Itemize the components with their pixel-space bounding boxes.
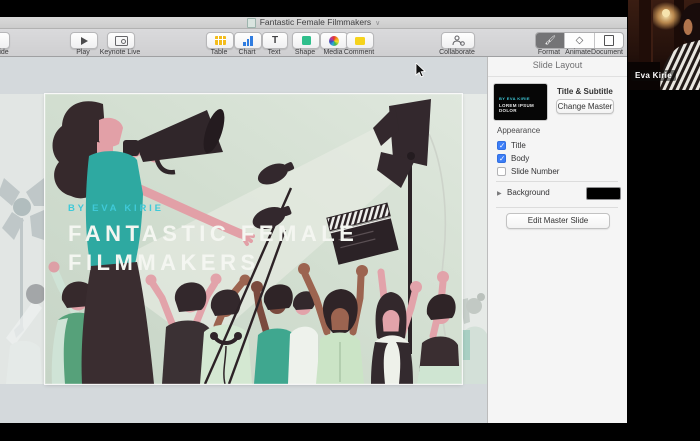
panel-divider — [496, 181, 618, 182]
checkbox-row-title[interactable]: Title — [497, 140, 526, 151]
document-rect-icon — [604, 35, 614, 46]
participant-name-label: Eva Kirie — [631, 70, 676, 81]
faded-studio-light-illustration — [0, 94, 45, 384]
text-icon: T — [272, 36, 278, 46]
format-inspector-panel: Slide Layout BY EVA KIRIE LOREM IPSUM DO… — [487, 57, 627, 423]
master-slide-thumbnail[interactable]: BY EVA KIRIE LOREM IPSUM DOLOR — [493, 83, 548, 121]
title-chevron-icon[interactable]: ∨ — [375, 19, 380, 27]
webcam-video-tile[interactable]: Eva Kirie — [628, 0, 700, 90]
text-button[interactable]: T — [262, 32, 288, 49]
title-checkbox-label: Title — [511, 141, 526, 150]
faded-figure-illustration — [462, 94, 487, 384]
window-title: Fantastic Female Filmmakers — [260, 17, 371, 28]
media-icon — [329, 36, 339, 46]
person-face — [684, 19, 693, 35]
slide-overflow-left — [0, 94, 45, 384]
slide-title-line2: FILMMAKERS — [68, 248, 358, 277]
animate-tab[interactable]: ◇ — [564, 33, 593, 48]
document-icon — [247, 18, 256, 28]
play-button[interactable] — [70, 32, 98, 49]
media-button[interactable] — [320, 32, 348, 49]
slide-number-checkbox[interactable] — [497, 167, 506, 176]
slide-overflow-right — [462, 94, 487, 384]
slide-kicker-text[interactable]: BY EVA KIRIE — [68, 203, 164, 214]
chart-button[interactable] — [234, 32, 262, 49]
add-slide-button[interactable] — [0, 32, 10, 49]
checkbox-row-body[interactable]: Body — [497, 153, 529, 164]
mouse-cursor — [415, 63, 427, 79]
table-button[interactable] — [206, 32, 234, 49]
window-titlebar[interactable]: Fantastic Female Filmmakers ∨ — [0, 17, 627, 29]
body-checkbox-label: Body — [511, 154, 529, 163]
thumbnail-title: LOREM IPSUM DOLOR — [499, 103, 547, 113]
comment-icon — [355, 37, 365, 45]
document-label: Document — [575, 49, 627, 56]
slide-canvas[interactable]: BY EVA KIRIE FANTASTIC FEMALE FILMMAKERS — [0, 57, 487, 423]
keynote-live-label: Keynote Live — [88, 49, 152, 56]
slide-number-checkbox-label: Slide Number — [511, 167, 559, 176]
checkbox-row-slide-number[interactable]: Slide Number — [497, 166, 559, 177]
shape-icon — [302, 36, 311, 45]
slide-title-text[interactable]: FANTASTIC FEMALE FILMMAKERS — [68, 219, 358, 277]
table-icon — [215, 36, 226, 45]
shape-button[interactable] — [292, 32, 320, 49]
add-slide-label: ide — [0, 49, 36, 56]
body-checkbox[interactable] — [497, 154, 506, 163]
keynote-live-button[interactable] — [107, 32, 135, 49]
panel-header: Slide Layout — [488, 57, 627, 77]
background-color-well[interactable] — [586, 187, 621, 200]
thumbnail-kicker: BY EVA KIRIE — [499, 96, 530, 101]
window-title-group: Fantastic Female Filmmakers ∨ — [0, 17, 627, 28]
panel-divider — [496, 207, 618, 208]
background-disclosure-triangle[interactable]: ▶ — [497, 190, 502, 197]
title-checkbox[interactable] — [497, 141, 506, 150]
format-tab[interactable]: 🖌 — [536, 33, 564, 48]
toolbar: ide Play Keynote Live Table Chart T Text… — [0, 29, 627, 57]
collaborate-icon — [452, 35, 465, 46]
keynote-window: Fantastic Female Filmmakers ∨ ide Play K… — [0, 17, 627, 423]
change-master-button[interactable]: Change Master — [556, 99, 614, 114]
collaborate-label: Collaborate — [425, 49, 489, 56]
animate-diamond-icon: ◇ — [576, 36, 584, 46]
comment-button[interactable] — [346, 32, 374, 49]
appearance-heading: Appearance — [497, 126, 540, 135]
master-name: Title & Subtitle — [557, 87, 613, 96]
background-label: Background — [507, 188, 550, 197]
slide[interactable]: BY EVA KIRIE FANTASTIC FEMALE FILMMAKERS — [45, 94, 462, 384]
comment-label: Comment — [327, 49, 391, 56]
slide-title-line1: FANTASTIC FEMALE — [68, 219, 358, 248]
format-brush-icon: 🖌 — [544, 36, 555, 45]
shared-screen: Fantastic Female Filmmakers ∨ ide Play K… — [0, 0, 700, 441]
chart-icon — [243, 36, 253, 46]
edit-master-slide-button[interactable]: Edit Master Slide — [506, 213, 610, 229]
document-tab[interactable] — [594, 33, 623, 48]
keynote-live-icon — [115, 36, 128, 46]
collaborate-button[interactable] — [441, 32, 475, 49]
inspector-segmented-control: 🖌 ◇ — [535, 32, 624, 49]
play-icon — [81, 37, 88, 45]
